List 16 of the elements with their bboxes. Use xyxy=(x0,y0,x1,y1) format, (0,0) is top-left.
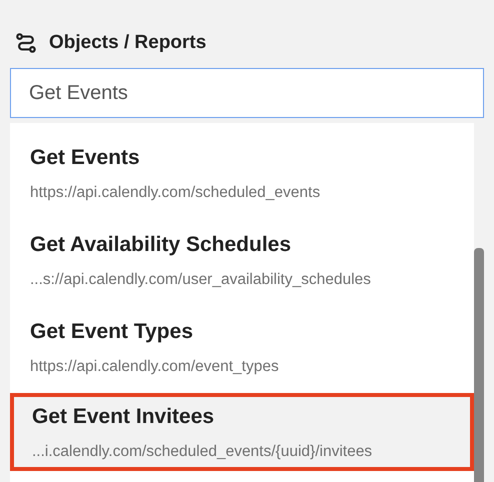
result-url: https://api.calendly.com/scheduled_events xyxy=(30,183,322,203)
result-url: ...i.calendly.com/scheduled_events/{uuid}/invitees xyxy=(32,442,374,462)
result-title: Get Event Types xyxy=(30,319,194,345)
result-item[interactable]: Get Availability Schedules ...s://api.calendly.com/user_availability_schedules xyxy=(10,219,474,306)
result-title: Get Event Invitees xyxy=(32,404,216,430)
scrollbar[interactable] xyxy=(474,248,484,482)
result-title: Get Events xyxy=(30,145,141,171)
result-url: https://api.calendly.com/event_types xyxy=(30,357,280,377)
result-item[interactable]: Get Events https://api.calendly.com/scheduled_events xyxy=(10,132,474,219)
route-icon xyxy=(15,32,37,54)
result-url: ...s://api.calendly.com/user_availability_schedules xyxy=(30,270,372,290)
result-title: Get Availability Schedules xyxy=(30,232,292,258)
result-item[interactable]: Get Event Types https://api.calendly.com/event_types xyxy=(10,306,474,393)
section-title: Objects / Reports xyxy=(49,30,206,55)
result-item[interactable]: Get Event Invitees ...i.calendly.com/scheduled_events/{uuid}/invitees xyxy=(10,393,474,471)
search-field[interactable]: Get Events xyxy=(10,68,484,118)
